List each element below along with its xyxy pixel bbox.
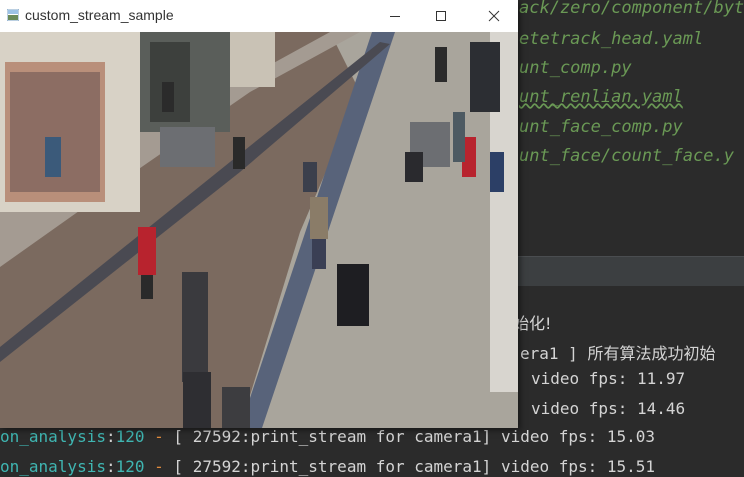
log-module: on_analysis bbox=[0, 427, 106, 446]
console-line: era1 ] 所有算法成功初始 bbox=[520, 340, 715, 364]
console-line: video fps: 11.97 bbox=[531, 369, 686, 388]
log-message: [ 27592:print_stream for camera1] video … bbox=[173, 457, 656, 476]
close-button[interactable] bbox=[471, 0, 517, 32]
console-line-text: 所有算法成功初始 bbox=[587, 344, 716, 363]
maximize-icon bbox=[436, 11, 446, 21]
file-path-line[interactable]: unt_comp.py bbox=[519, 58, 632, 78]
window-title: custom_stream_sample bbox=[25, 7, 174, 23]
stream-window[interactable]: custom_stream_sample bbox=[0, 0, 518, 428]
street-scene-image bbox=[0, 32, 518, 428]
maximize-button[interactable] bbox=[418, 0, 464, 32]
opencv-window-icon bbox=[7, 9, 19, 21]
log-module: on_analysis bbox=[0, 457, 106, 476]
log-separator: - bbox=[144, 427, 174, 446]
file-path-line[interactable]: ack/zero/component/byt bbox=[519, 0, 744, 18]
file-path-line[interactable]: unt_face/count_face.y bbox=[519, 146, 734, 166]
console-log-line: on_analysis:120 - [ 27592:print_stream f… bbox=[0, 427, 656, 446]
log-message: [ 27592:print_stream for camera1] video … bbox=[173, 427, 656, 446]
close-icon bbox=[488, 10, 500, 22]
file-path-line[interactable]: etetrack_head.yaml bbox=[519, 29, 703, 49]
file-path-line[interactable]: unt_renlian.yaml bbox=[519, 87, 683, 107]
minimize-button[interactable] bbox=[372, 0, 418, 32]
console-line: 始化! bbox=[513, 314, 552, 333]
console-log-line: on_analysis:120 - [ 27592:print_stream f… bbox=[0, 457, 656, 476]
video-frame bbox=[0, 32, 518, 428]
console-line-prefix: era1 ] bbox=[520, 344, 588, 363]
log-separator: - bbox=[144, 457, 174, 476]
minimize-icon bbox=[390, 16, 400, 17]
console-panel-header bbox=[505, 256, 744, 287]
log-line-number: 120 bbox=[115, 427, 145, 446]
log-line-number: 120 bbox=[115, 457, 145, 476]
project-file-list: ack/zero/component/byt etetrack_head.yam… bbox=[505, 0, 744, 180]
console-line: video fps: 14.46 bbox=[531, 399, 686, 418]
file-path-line[interactable]: unt_face_comp.py bbox=[519, 117, 683, 137]
window-titlebar[interactable]: custom_stream_sample bbox=[0, 0, 518, 32]
